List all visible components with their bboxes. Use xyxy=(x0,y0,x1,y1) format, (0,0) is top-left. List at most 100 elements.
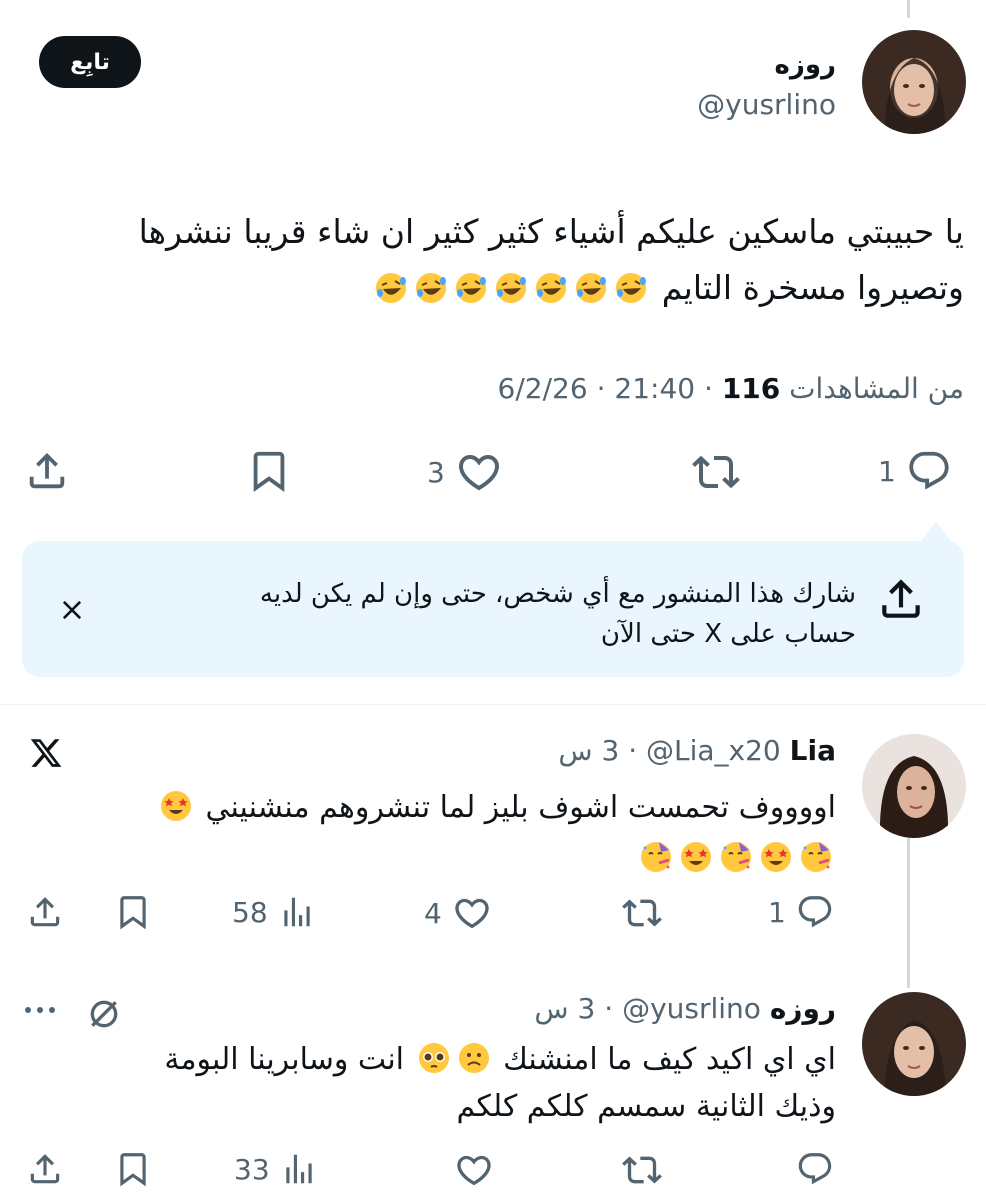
views-count: 116 xyxy=(721,372,781,405)
reply-button[interactable]: 1 xyxy=(878,448,952,494)
reply-avatar[interactable] xyxy=(862,992,966,1096)
reply-text-line-1: اووووف تحمست اشوف بليز لما تنشروهم منشني… xyxy=(56,784,836,831)
like-button[interactable] xyxy=(454,1150,494,1190)
reply-text-line-1: اي اي اكيد كيف ما امنشنك انت وسابرينا ال… xyxy=(56,1036,836,1083)
reply-text: اووووف تحمست اشوف بليز لما تنشروهم منشني… xyxy=(56,784,836,882)
like-count: 3 xyxy=(427,455,445,489)
share-prompt-line-1: شارك هذا المنشور مع أي شخص، حتى وإن لم ي… xyxy=(259,579,856,609)
rofl-emoji-icon xyxy=(496,273,527,303)
reply-header: 3 س · @yusrlino روزه xyxy=(534,992,836,1025)
tweet-time[interactable]: 21:40 xyxy=(614,372,695,405)
bookmark-button[interactable] xyxy=(114,1150,152,1188)
share-button[interactable] xyxy=(26,1150,64,1188)
more-button[interactable] xyxy=(22,1000,58,1024)
bookmark-button[interactable] xyxy=(246,448,292,494)
like-icon xyxy=(458,455,499,491)
reply-count: 1 xyxy=(768,895,786,929)
emoji-row xyxy=(156,790,196,825)
like-button[interactable]: 4 xyxy=(424,893,492,933)
meta-separator: · xyxy=(695,372,713,405)
rofl-emoji-icon xyxy=(416,273,447,303)
partying-emoji-icon xyxy=(801,842,831,872)
reply-text-line-1-text: اي اي اكيد كيف ما امنشنك xyxy=(503,1042,836,1077)
bookmark-icon xyxy=(120,896,146,930)
follow-button[interactable]: تابِع xyxy=(39,36,141,88)
views-button[interactable]: 58 xyxy=(232,893,316,931)
reply-header: 3 س · @Lia_x20 Lia xyxy=(558,734,836,767)
meta-separator: · xyxy=(587,372,606,405)
reply-icon xyxy=(909,451,949,490)
reply-button[interactable] xyxy=(796,1150,834,1188)
reply-text-line-2 xyxy=(56,835,836,882)
like-button[interactable]: 3 xyxy=(427,448,503,496)
star-struck-emoji-icon xyxy=(681,842,711,872)
reply-text: اي اي اكيد كيف ما امنشنك انت وسابرينا ال… xyxy=(56,1036,836,1130)
rofl-emoji-icon xyxy=(616,273,647,303)
close-button[interactable] xyxy=(58,596,86,628)
reply-handle[interactable]: @yusrlino xyxy=(622,992,761,1025)
tweet-text-line-2: وتصيروا مسخرة التايم xyxy=(24,260,964,316)
like-icon xyxy=(455,898,489,929)
share-icon xyxy=(882,579,920,618)
header-separator: · xyxy=(604,992,623,1025)
divider xyxy=(0,704,986,705)
retweet-button[interactable] xyxy=(692,448,740,496)
partying-emoji-icon xyxy=(641,842,671,872)
reply-handle[interactable]: @Lia_x20 xyxy=(646,734,781,767)
reply-time[interactable]: 3 س xyxy=(534,992,595,1025)
retweet-icon xyxy=(692,455,740,489)
bookmark-icon xyxy=(120,1153,146,1187)
reply-text-line-1b-text: انت وسابرينا البومة xyxy=(164,1042,405,1077)
share-prompt-share-button[interactable] xyxy=(876,574,926,628)
views-button[interactable]: 33 xyxy=(234,1150,318,1188)
handle[interactable]: @yusrlino xyxy=(697,88,836,121)
rofl-emoji-icon xyxy=(576,273,607,303)
like-count: 4 xyxy=(424,896,442,930)
slightly-frowning-emoji-icon xyxy=(458,1043,489,1073)
reply-display-name[interactable]: روزه xyxy=(770,992,836,1025)
reply-icon xyxy=(798,1153,832,1185)
x-logo-icon xyxy=(28,736,64,774)
thread-line-reply xyxy=(907,838,910,988)
tweet-meta: من المشاهدات 116 · 21:40 · 6/2/26 xyxy=(498,372,964,405)
views-label: من المشاهدات xyxy=(789,372,964,405)
rofl-emoji-icon xyxy=(536,273,567,303)
pleading-emoji-icon xyxy=(418,1043,449,1073)
thread-line-top xyxy=(907,0,910,18)
share-prompt-text: شارك هذا المنشور مع أي شخص، حتى وإن لم ي… xyxy=(156,574,856,654)
reply-text-line-2: وذيك الثانية سمسم كلكم كلكم xyxy=(456,1089,836,1124)
close-icon xyxy=(62,600,82,620)
share-button[interactable] xyxy=(24,448,70,494)
star-struck-emoji-icon xyxy=(160,791,191,821)
share-prompt-line-2: حساب على X حتى الآن xyxy=(600,619,856,649)
display-name[interactable]: روزه xyxy=(775,50,836,80)
reply-time[interactable]: 3 س xyxy=(558,734,619,767)
reply-count: 1 xyxy=(878,454,896,488)
hidden-icon[interactable] xyxy=(84,994,124,1038)
tweet-date[interactable]: 6/2/26 xyxy=(498,372,588,405)
reply-display-name[interactable]: Lia xyxy=(790,734,836,767)
retweet-button[interactable] xyxy=(622,893,662,933)
avatar[interactable] xyxy=(862,30,966,134)
tweet-text-line-2-text: وتصيروا مسخرة التايم xyxy=(661,268,964,307)
share-prompt-pointer xyxy=(920,522,952,542)
more-icon xyxy=(25,1007,55,1013)
bookmark-icon xyxy=(253,451,285,492)
star-struck-emoji-icon xyxy=(761,842,791,872)
retweet-button[interactable] xyxy=(622,1150,662,1190)
bookmark-button[interactable] xyxy=(114,893,152,931)
views-count: 58 xyxy=(232,895,268,929)
header-separator: · xyxy=(628,734,646,767)
partying-emoji-icon xyxy=(721,842,751,872)
views-icon xyxy=(285,1154,312,1184)
share-button[interactable] xyxy=(26,893,64,931)
tweet-text: يا حبيبتي ماسكين عليكم أشياء كثير كثير ا… xyxy=(24,204,964,316)
retweet-icon xyxy=(622,899,662,927)
rofl-emoji-icon xyxy=(376,273,407,303)
reply-text-line-1-text: اووووف تحمست اشوف بليز لما تنشروهم منشني… xyxy=(205,790,837,825)
reply-button[interactable]: 1 xyxy=(768,893,834,931)
share-icon xyxy=(30,1154,60,1184)
share-icon xyxy=(29,452,65,489)
share-icon xyxy=(30,897,60,927)
reply-avatar[interactable] xyxy=(862,734,966,838)
